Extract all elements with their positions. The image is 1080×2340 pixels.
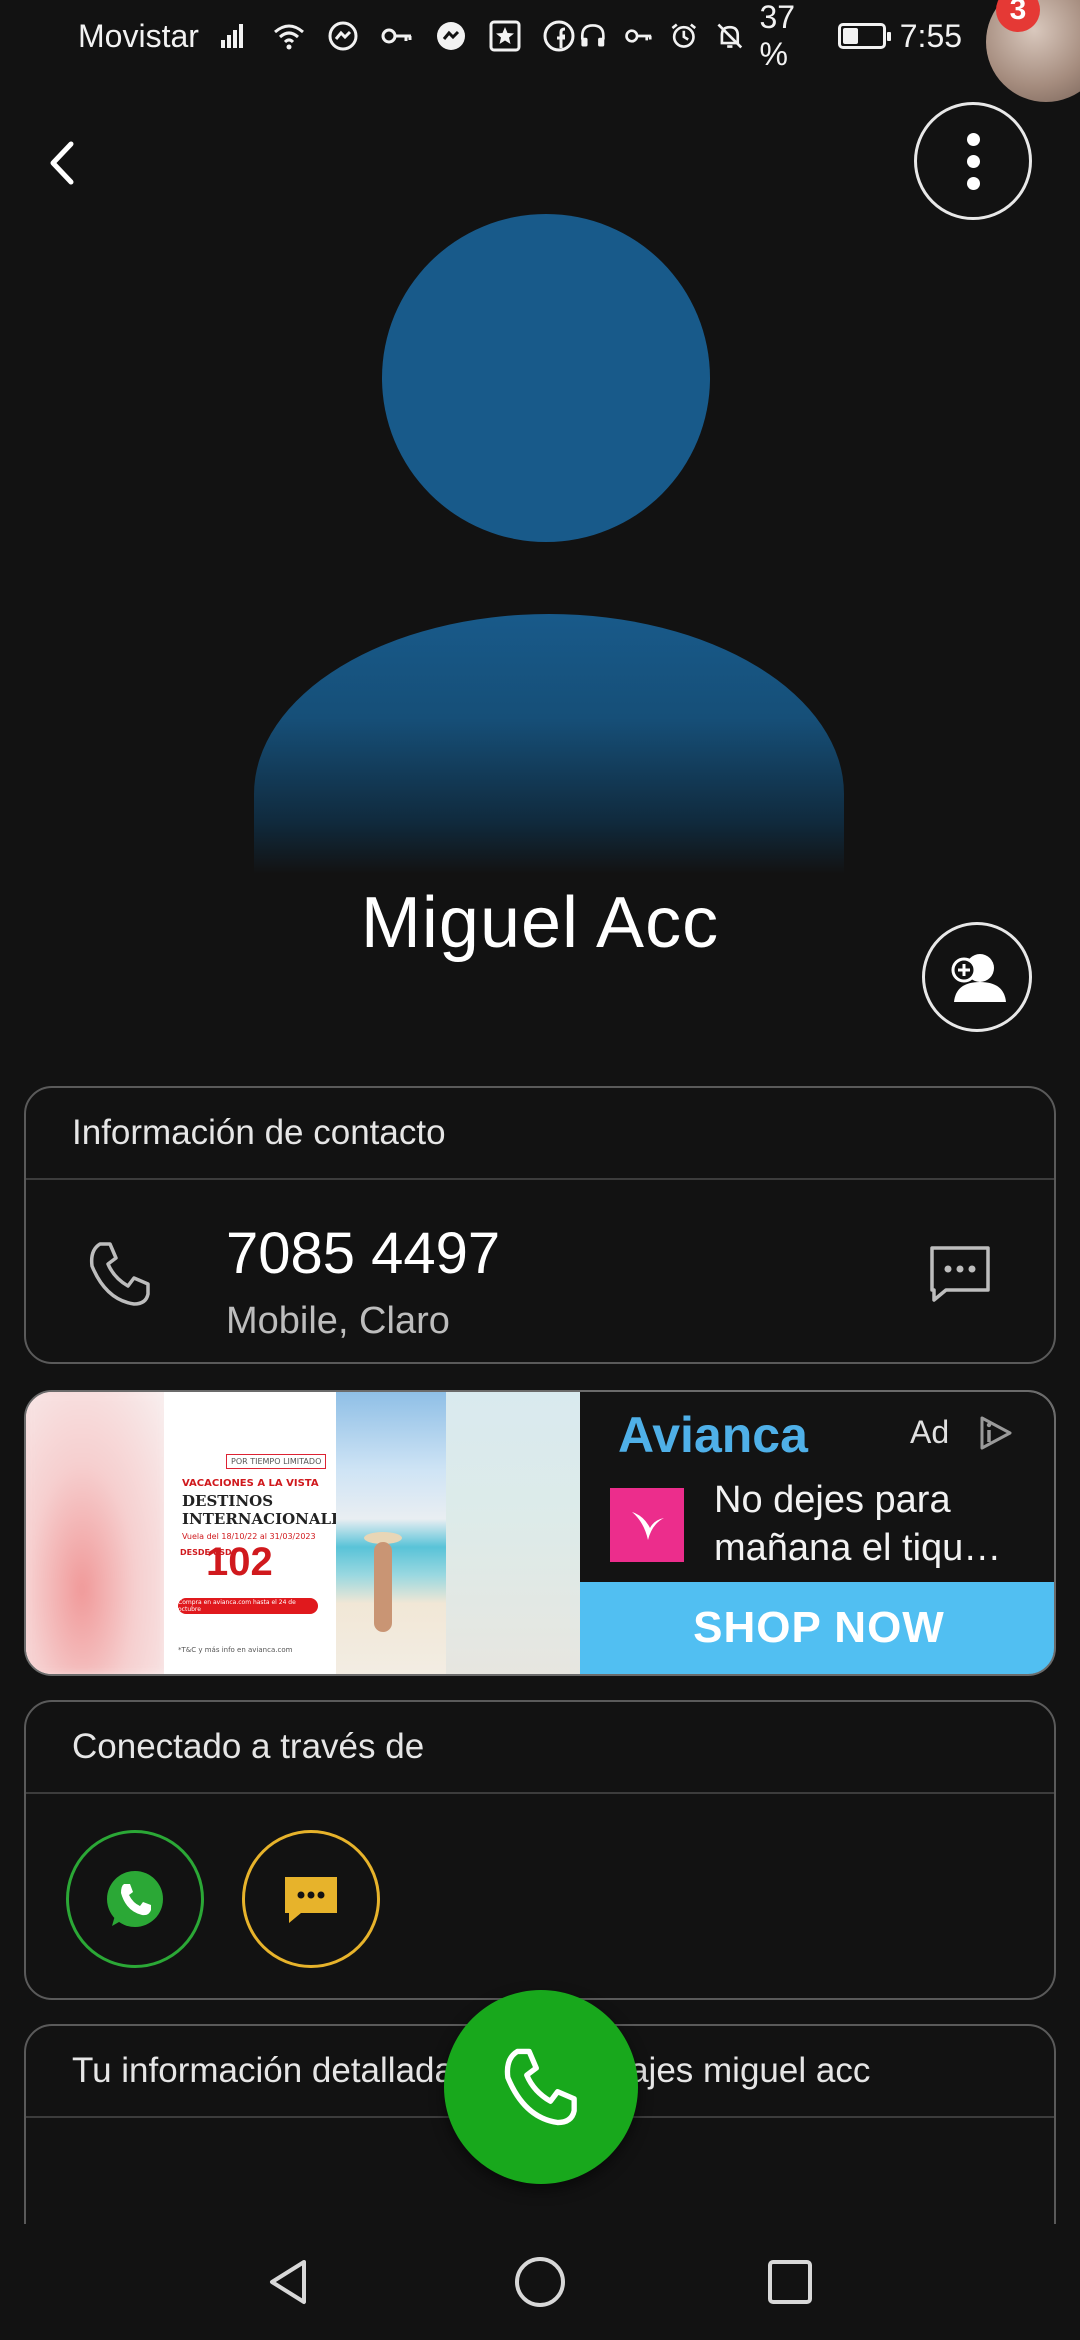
headset-icon (577, 18, 609, 54)
add-contact-button[interactable] (922, 922, 1032, 1032)
bell-off-icon (714, 18, 746, 54)
status-bar: Movistar 37 % 7:55 3 (0, 0, 1080, 102)
avatar-head (382, 214, 710, 542)
status-left: Movistar (78, 18, 577, 55)
ad-image[interactable]: POR TIEMPO LIMITADO VACACIONES A LA VIST… (26, 1392, 580, 1674)
chevron-left-icon (50, 141, 74, 185)
key-icon (379, 18, 415, 54)
shop-now-button[interactable]: SHOP NOW (580, 1582, 1054, 1674)
carrier-label: Movistar (78, 17, 199, 54)
battery-icon (837, 23, 891, 49)
contact-info-title: Información de contacto (26, 1088, 1054, 1180)
call-button[interactable] (444, 1990, 638, 2184)
chat-bubble-icon (285, 1877, 337, 1923)
back-button[interactable] (28, 128, 98, 198)
battery-percent: 37 % (759, 0, 796, 72)
battery-level (842, 28, 859, 44)
ad-banner[interactable]: POR TIEMPO LIMITADO VACACIONES A LA VIST… (24, 1390, 1056, 1676)
connected-apps (26, 1794, 1054, 1998)
phone-number: 7085 4497 (226, 1221, 501, 1286)
recents-square-icon (768, 2260, 812, 2304)
messenger-icon (325, 18, 361, 54)
messenger-icon (433, 18, 469, 54)
system-nav-bar (0, 2224, 1080, 2340)
connected-via-title: Conectado a través de (26, 1702, 1054, 1794)
contact-info-card: Información de contacto 7085 4497 Mobile… (24, 1086, 1056, 1364)
connected-via-card: Conectado a través de (24, 1700, 1056, 2000)
key-icon (623, 18, 655, 54)
phone-row[interactable]: 7085 4497 Mobile, Claro (26, 1180, 1054, 1362)
whatsapp-icon (107, 1871, 163, 1927)
facebook-icon (541, 18, 577, 54)
back-triangle-icon (270, 2260, 306, 2304)
wifi-icon (271, 18, 307, 54)
contact-name: Miguel Acc (360, 883, 720, 963)
signal-icon (217, 18, 253, 54)
ad-poster: POR TIEMPO LIMITADO VACACIONES A LA VIST… (164, 1392, 353, 1674)
message-icon[interactable] (924, 1238, 996, 1310)
ad-choices-icon[interactable] (972, 1410, 1018, 1456)
ad-panel: Avianca Ad No dejes para mañana el tiqu…… (580, 1392, 1054, 1674)
nav-recents-button[interactable] (758, 2250, 822, 2314)
add-contact-icon (951, 954, 1006, 1002)
more-options-button[interactable] (914, 102, 1032, 220)
alarm-icon (668, 18, 700, 54)
home-circle-icon (515, 2257, 565, 2307)
nav-back-button[interactable] (258, 2250, 322, 2314)
ad-brand[interactable]: Avianca (618, 1406, 808, 1464)
messages-button[interactable] (242, 1830, 380, 1968)
phone-type: Mobile, Claro (226, 1300, 450, 1342)
ad-label: Ad (910, 1414, 950, 1450)
ad-text: No dejes para mañana el tiqu… (714, 1479, 1002, 1569)
avatar-body (254, 614, 844, 874)
nav-home-button[interactable] (508, 2250, 572, 2314)
more-vertical-icon (966, 132, 980, 146)
phone-icon (89, 1242, 150, 1306)
avianca-logo-icon (610, 1488, 684, 1562)
star-app-icon (487, 18, 523, 54)
phone-icon (504, 2048, 577, 2126)
whatsapp-button[interactable] (66, 1830, 204, 1968)
status-right: 37 % 7:55 (577, 0, 962, 73)
clock: 7:55 (899, 17, 963, 54)
